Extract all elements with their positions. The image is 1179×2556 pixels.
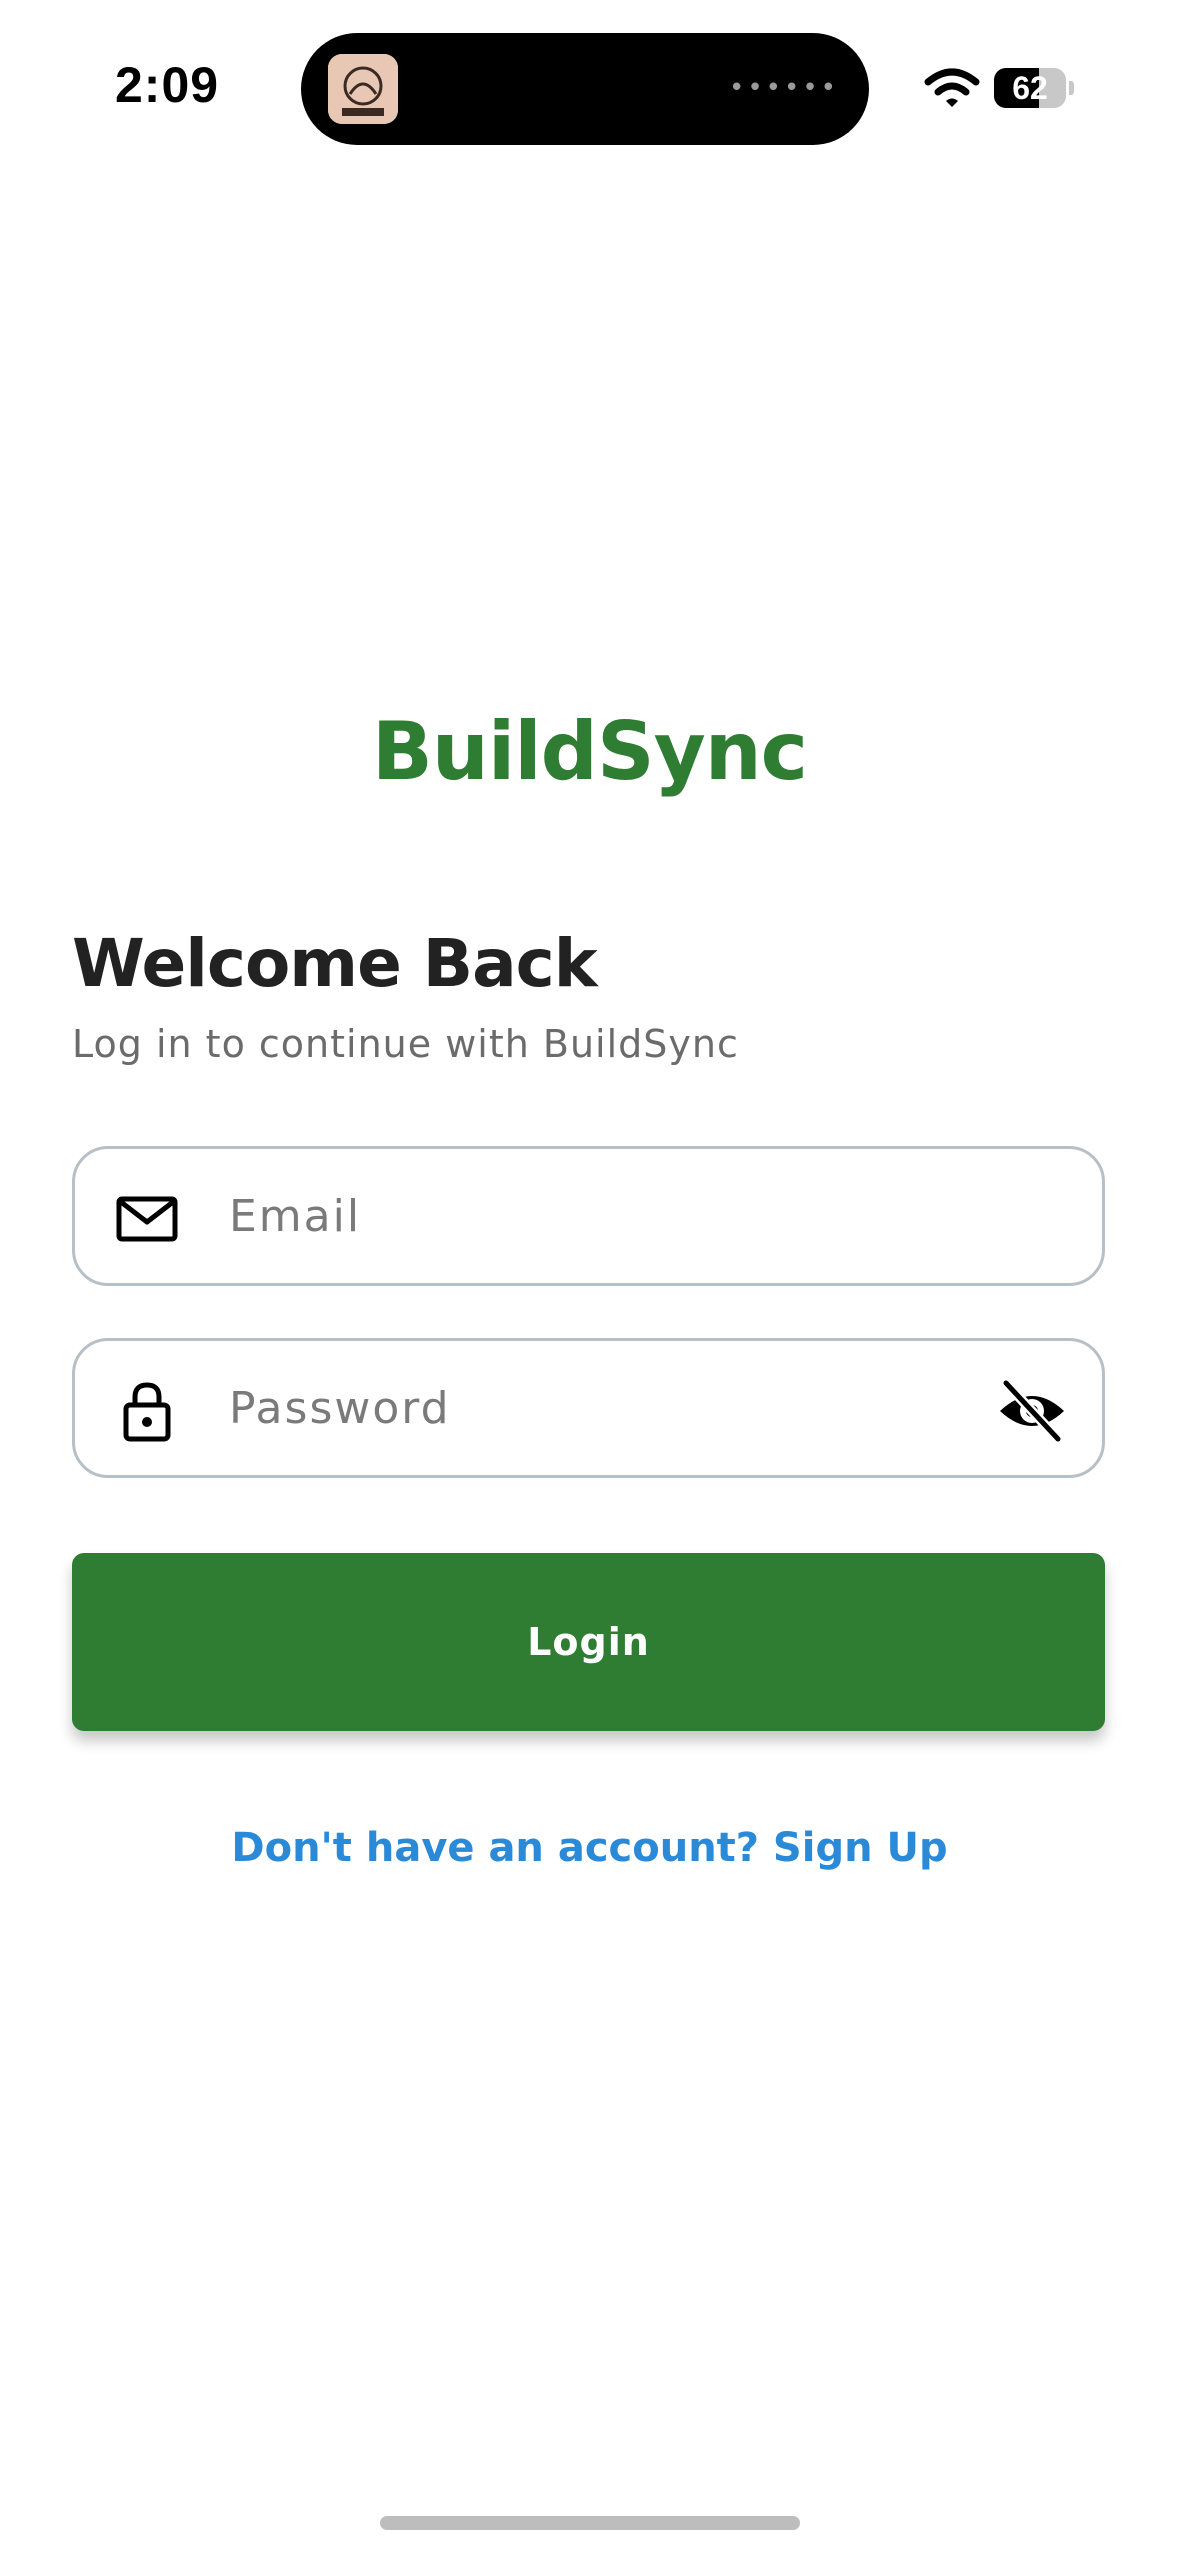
email-input[interactable] [229,1149,989,1283]
page-subtitle: Log in to continue with BuildSync [72,1022,739,1066]
lock-icon [123,1382,171,1442]
password-field[interactable] [72,1338,1105,1478]
email-field[interactable] [72,1146,1105,1286]
battery-level: 62 [1012,70,1048,106]
signup-link[interactable]: Don't have an account? Sign Up [0,1825,1179,1871]
eye-off-icon[interactable] [996,1375,1068,1447]
mail-icon [116,1196,178,1242]
dynamic-island[interactable]: •••••• [301,33,869,145]
home-indicator[interactable] [380,2516,800,2530]
password-input[interactable] [229,1341,989,1475]
activity-indicator: •••••• [728,73,839,103]
battery-tip [1069,81,1074,95]
page-title: Welcome Back [72,925,598,1002]
battery-icon: 62 [994,68,1066,108]
status-time: 2:09 [115,57,220,113]
login-button[interactable]: Login [72,1553,1105,1731]
wifi-icon [924,68,980,107]
app-icon[interactable] [328,54,398,124]
app-icon-graphic [328,54,398,124]
brand-logo-text: BuildSync [371,705,808,798]
